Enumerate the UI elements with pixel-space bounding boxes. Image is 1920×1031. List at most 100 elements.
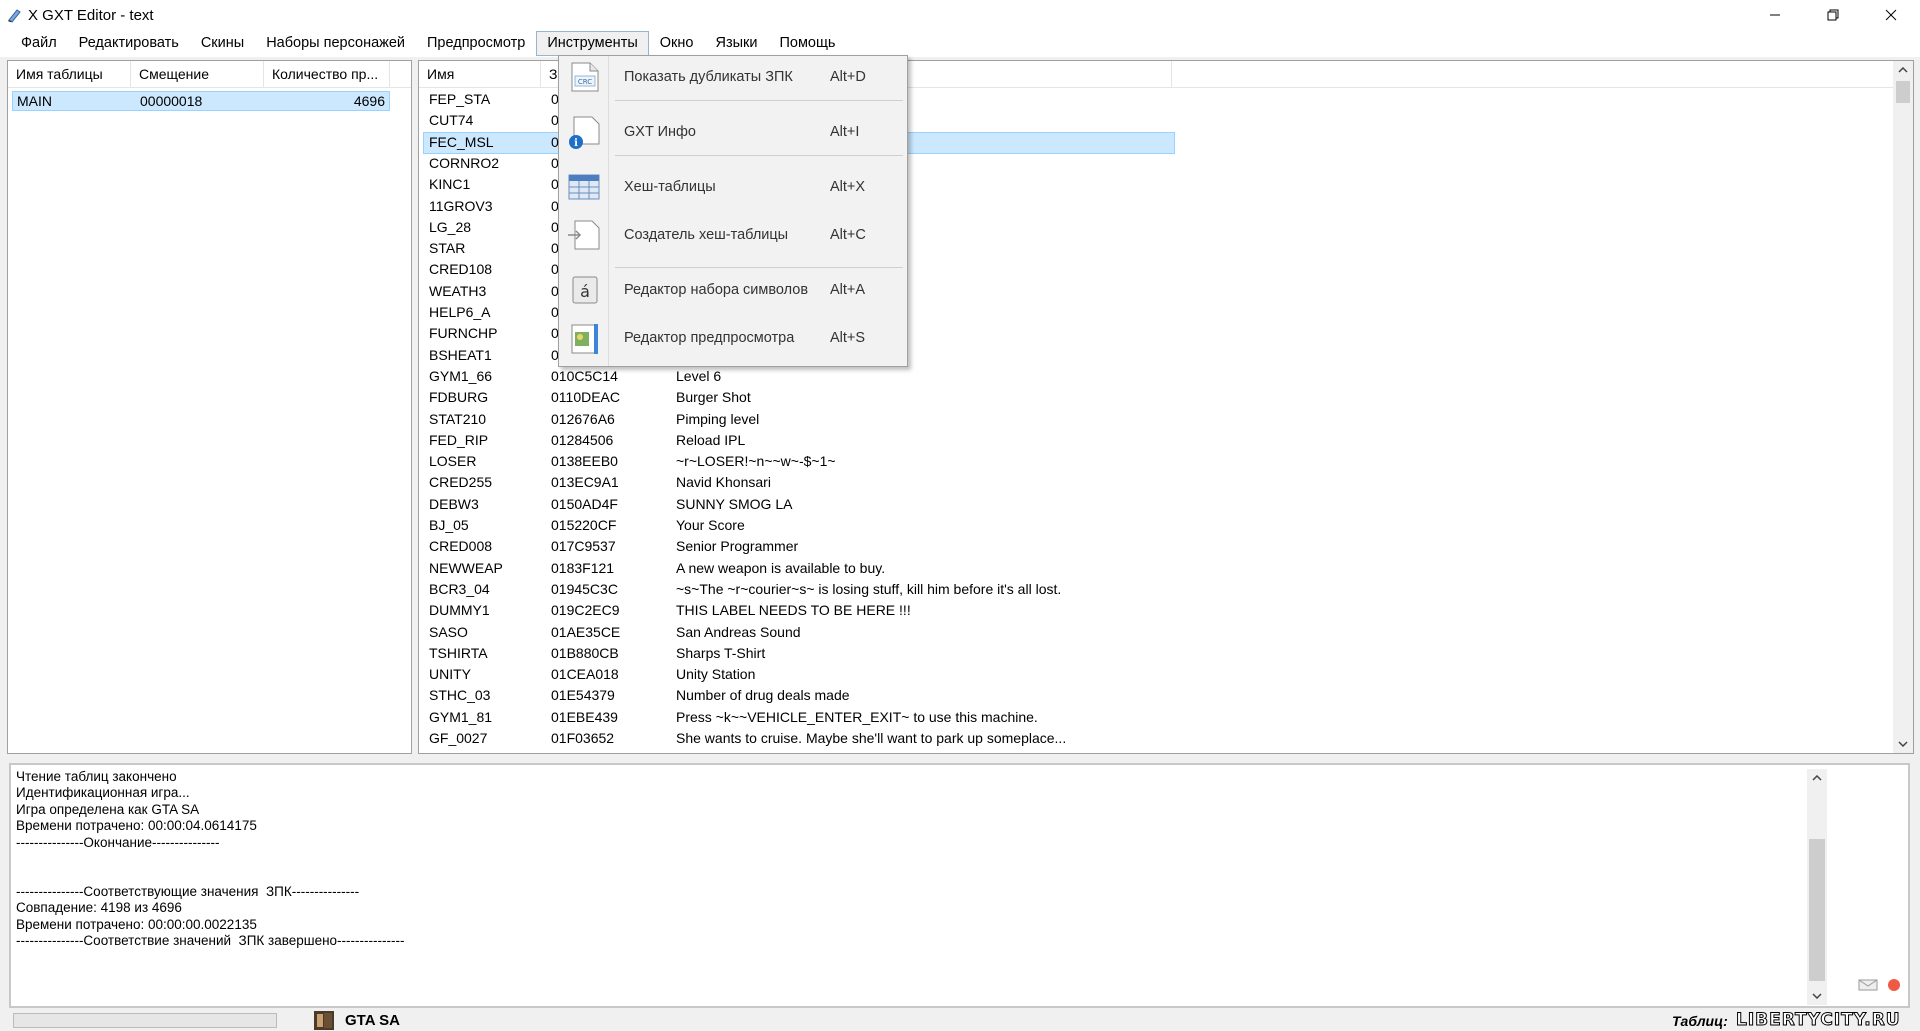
scroll-down-button[interactable] xyxy=(1893,735,1913,753)
log-scroll-down-button[interactable] xyxy=(1807,987,1827,1005)
log-scroll-up-button[interactable] xyxy=(1807,769,1827,787)
column-header-table-name[interactable]: Имя таблицы xyxy=(8,61,131,88)
entry-row[interactable]: NEWWEAP 0183F121 A new weapon is available… xyxy=(419,558,1899,579)
entry-row[interactable]: STAT210 012676A6 Pimping level xyxy=(419,409,1899,430)
info-icon: i xyxy=(569,116,600,149)
entry-row[interactable]: FED_RIP 01284506 Reload IPL xyxy=(419,430,1899,451)
entry-name: BSHEAT1 xyxy=(429,346,492,363)
entry-name: CRED108 xyxy=(429,261,493,278)
entry-row[interactable]: DUMMY1 019C2EC9 THIS LABEL NEEDS TO BE HER… xyxy=(419,600,1899,621)
entry-row[interactable]: GYM1_81 01EBE439 Press ~k~~VEHICLE_ENTER_E… xyxy=(419,707,1899,728)
menu-item-show-crc-duplicates[interactable]: CRC Показать дубликаты ЗПК Alt+D xyxy=(559,57,907,97)
log-lines: Чтение таблиц закончено Идентификационная… xyxy=(16,769,404,949)
menu-preview[interactable]: Предпросмотр xyxy=(416,31,536,56)
entry-hash: 01CEA018 xyxy=(551,666,619,683)
minimize-icon xyxy=(1770,14,1780,16)
log-line: Совпадение: 4198 из 4696 xyxy=(16,900,182,916)
column-header-offset[interactable]: Смещение xyxy=(131,61,264,88)
entry-name: FURNCHP xyxy=(429,325,498,342)
tables-header: Имя таблицы Смещение Количество пр... xyxy=(8,61,411,88)
log-output[interactable]: Чтение таблиц закончено Идентификационная… xyxy=(9,763,1910,1008)
menu-item-label: Хеш-таблицы xyxy=(624,179,716,195)
svg-text:i: i xyxy=(574,138,578,149)
menu-item-label: Редактор набора символов xyxy=(624,282,809,298)
menu-skins[interactable]: Скины xyxy=(190,31,255,56)
log-scrollbar[interactable] xyxy=(1807,769,1827,1005)
column-header-count[interactable]: Количество пр... xyxy=(264,61,390,88)
entry-hash: 0183F121 xyxy=(551,559,615,576)
tools-dropdown-menu: CRC Показать дубликаты ЗПК Alt+D i GXT И… xyxy=(558,55,908,367)
menu-charsets[interactable]: Наборы персонажей xyxy=(255,31,416,56)
entry-row[interactable]: LOSER 0138EEB0 ~r~LOSER!~n~~w~-$~1~ xyxy=(419,451,1899,472)
watermark-logo: LIBERTYCITY.RU xyxy=(1736,1010,1901,1031)
entry-row[interactable]: FDBURG 0110DEAC Burger Shot xyxy=(419,387,1899,408)
svg-text:CRC: CRC xyxy=(578,78,592,86)
scroll-thumb[interactable] xyxy=(1896,81,1910,103)
entry-row[interactable]: GYM1_66 010C5C14 Level 6 xyxy=(419,366,1899,387)
table-row[interactable]: MAIN 00000018 4696 xyxy=(12,91,390,111)
entry-name: DEBW3 xyxy=(429,495,479,512)
entry-name: CORNRO2 xyxy=(429,154,500,171)
menu-item-preview-editor[interactable]: Редактор предпросмотра Alt+S xyxy=(559,318,907,358)
menu-item-charset-editor[interactable]: á Редактор набора символов Alt+A xyxy=(559,270,907,310)
status-bar: GTA SA Таблиц: LIBERTYCITY.RU xyxy=(0,1010,1920,1031)
close-button[interactable] xyxy=(1862,0,1920,30)
entry-hash: 0 xyxy=(551,133,559,150)
entry-name: STAT210 xyxy=(429,410,487,427)
log-scroll-thumb[interactable] xyxy=(1809,839,1825,981)
mail-icon[interactable] xyxy=(1858,979,1878,991)
entry-name: FEC_MSL xyxy=(429,133,494,150)
menu-edit[interactable]: Редактировать xyxy=(68,31,190,56)
menu-item-hash-table-creator[interactable]: Создатель хеш-таблицы Alt+C xyxy=(559,215,907,255)
entry-row[interactable]: BCR3_04 01945C3C ~s~The ~r~courier~s~ is l… xyxy=(419,579,1899,600)
entry-text: Navid Khonsari xyxy=(676,474,771,491)
restore-button[interactable] xyxy=(1804,0,1862,30)
preview-editor-icon xyxy=(571,324,598,354)
hash-table-icon xyxy=(568,174,600,200)
entry-row[interactable]: UNITY 01CEA018 Unity Station xyxy=(419,664,1899,685)
entry-row[interactable]: CRED008 017C9537 Senior Programmer xyxy=(419,536,1899,557)
entry-hash: 01284506 xyxy=(551,431,614,448)
entry-row[interactable]: GF_0027 01F03652 She wants to cruise. Mayb… xyxy=(419,728,1899,749)
menu-item-hash-tables[interactable]: Хеш-таблицы Alt+X xyxy=(559,167,907,207)
entry-text: Reload IPL xyxy=(676,431,746,448)
entry-text: A new weapon is available to buy. xyxy=(676,559,886,576)
menu-item-shortcut: Alt+I xyxy=(830,124,860,140)
minimize-button[interactable] xyxy=(1746,0,1804,30)
entry-name: 11GROV3 xyxy=(429,197,493,214)
scroll-up-button[interactable] xyxy=(1893,61,1913,79)
menu-file[interactable]: Файл xyxy=(10,31,68,56)
entry-name: NEWWEAP xyxy=(429,559,503,576)
entry-name: WEATH3 xyxy=(429,282,487,299)
entry-text: SUNNY SMOG LA xyxy=(676,495,793,512)
entry-hash: 010C5C14 xyxy=(551,367,618,384)
entry-row[interactable]: STHC_03 01E54379 Number of drug deals made xyxy=(419,685,1899,706)
entries-scrollbar[interactable] xyxy=(1893,61,1913,753)
chevron-up-icon xyxy=(1812,775,1822,781)
menu-item-shortcut: Alt+S xyxy=(830,330,866,346)
tables-list[interactable]: Имя таблицы Смещение Количество пр... MA… xyxy=(7,60,412,754)
log-line: Игра определена как GTA SA xyxy=(16,801,200,817)
entry-name: KINC1 xyxy=(429,176,471,193)
entry-row[interactable]: DEBW3 0150AD4F SUNNY SMOG LA xyxy=(419,494,1899,515)
gta-sa-game-icon xyxy=(314,1011,334,1030)
menu-languages[interactable]: Языки xyxy=(704,31,768,56)
log-line: ---------------Соответствие значений ЗПК… xyxy=(16,932,405,948)
entry-row[interactable]: BJ_05 015220CF Your Score xyxy=(419,515,1899,536)
entry-hash: 01F03652 xyxy=(551,730,615,746)
menu-tools[interactable]: Инструменты xyxy=(536,31,649,56)
entry-hash: 01AE35CE xyxy=(551,623,621,640)
entry-row[interactable]: CRED255 013EC9A1 Navid Khonsari xyxy=(419,472,1899,493)
entry-text: She wants to cruise. Maybe she'll want t… xyxy=(676,730,1067,746)
menu-window[interactable]: Окно xyxy=(649,31,705,56)
column-header-name[interactable]: Имя xyxy=(419,61,541,88)
title-bar: X GXT Editor - text xyxy=(0,0,1920,30)
menu-help[interactable]: Помощь xyxy=(768,31,846,56)
log-line: Времени потрачено: 00:00:04.0614175 xyxy=(16,818,257,834)
entry-row[interactable]: TSHIRTA 01B880CB Sharps T-Shirt xyxy=(419,643,1899,664)
entry-name: CRED008 xyxy=(429,538,493,555)
menu-item-gxt-info[interactable]: i GXT Инфо Alt+I xyxy=(559,112,907,152)
entry-text: Burger Shot xyxy=(676,389,751,406)
entry-row[interactable]: SASO 01AE35CE San Andreas Sound xyxy=(419,622,1899,643)
